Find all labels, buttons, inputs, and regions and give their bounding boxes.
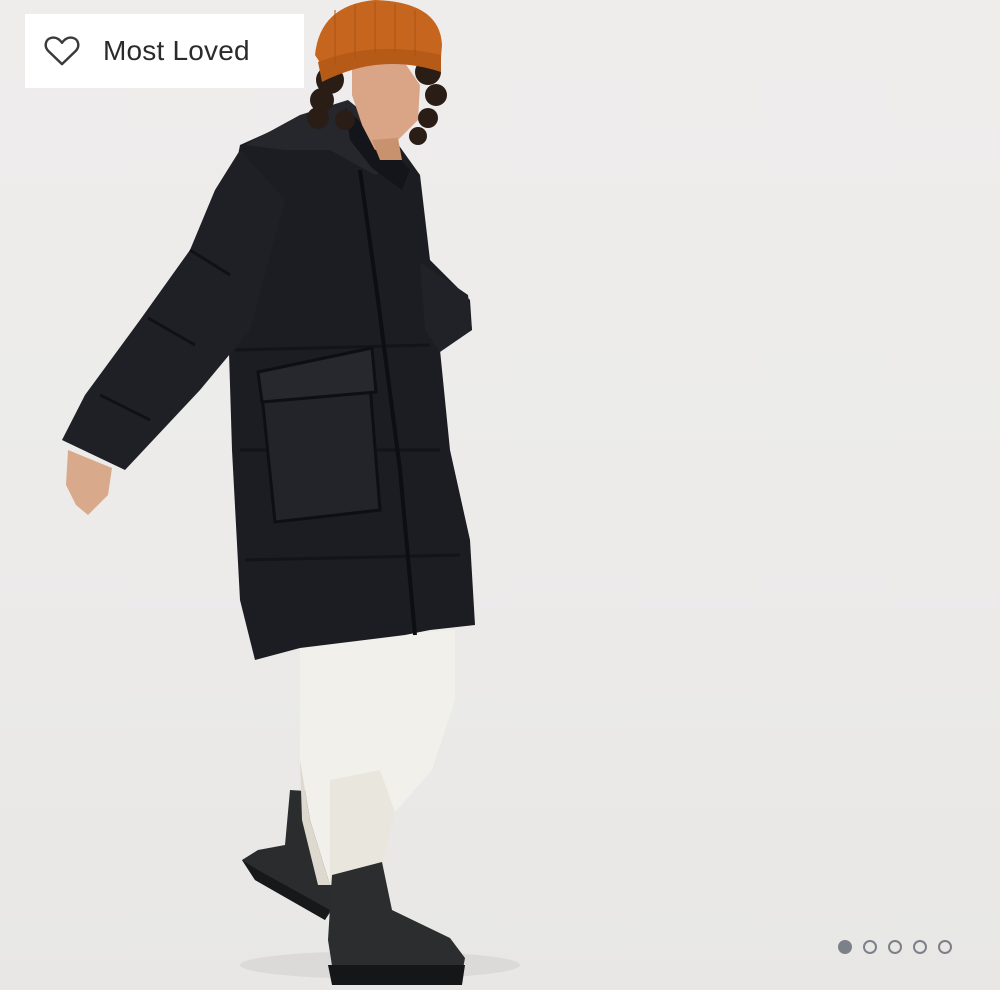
- carousel-indicators: [838, 940, 952, 954]
- most-loved-badge: Most Loved: [25, 14, 304, 88]
- badge-label: Most Loved: [103, 35, 250, 66]
- product-photo: [62, 0, 520, 985]
- carousel-dot-1[interactable]: [838, 940, 852, 954]
- carousel-dot-5[interactable]: [938, 940, 952, 954]
- heart-outline-icon: [44, 36, 80, 66]
- coat-pocket: [260, 383, 382, 524]
- product-image-carousel[interactable]: Most Loved: [0, 0, 1000, 990]
- bottom-divider: [0, 990, 1000, 1000]
- carousel-dot-2[interactable]: [863, 940, 877, 954]
- carousel-dot-3[interactable]: [888, 940, 902, 954]
- carousel-dot-4[interactable]: [913, 940, 927, 954]
